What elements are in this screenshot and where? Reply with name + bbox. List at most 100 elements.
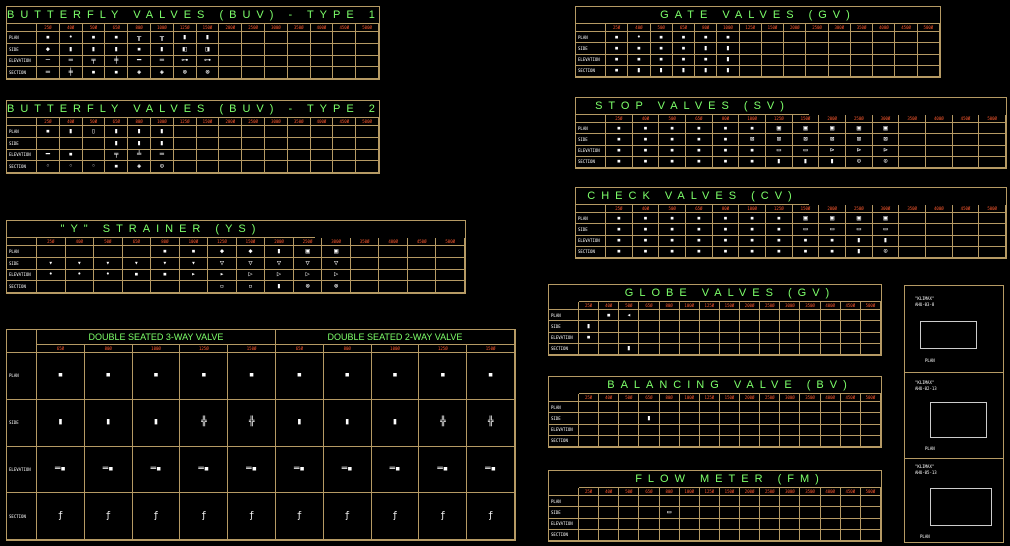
size-header: 300Ø bbox=[780, 488, 801, 496]
corner-cell bbox=[549, 488, 579, 496]
valve-symbol-icon: ▾ bbox=[179, 257, 209, 270]
size-header: 250Ø bbox=[845, 115, 873, 123]
size-header: 125Ø bbox=[208, 238, 237, 246]
corner-cell bbox=[576, 24, 606, 32]
size-header: 500Ø bbox=[356, 24, 379, 32]
row-label: PLAN bbox=[576, 32, 606, 44]
empty-cell bbox=[639, 402, 660, 414]
empty-cell bbox=[979, 224, 1006, 236]
ds-2way-title: DOUBLE SEATED 2-WAY VALVE bbox=[275, 330, 515, 345]
empty-cell bbox=[860, 507, 881, 519]
table-title: "Y" STRAINER (YS) bbox=[7, 221, 315, 238]
valve-symbol-icon: ▪ bbox=[739, 224, 766, 236]
empty-cell bbox=[579, 496, 600, 508]
row-label: PLAN bbox=[549, 402, 579, 414]
size-header: 65Ø bbox=[105, 118, 129, 126]
size-header: 125Ø bbox=[765, 115, 793, 123]
size-header: 400Ø bbox=[820, 488, 841, 496]
size-header: 80Ø bbox=[128, 24, 151, 32]
size-header: 150Ø bbox=[719, 488, 741, 496]
empty-cell bbox=[917, 43, 940, 55]
valve-symbol-icon: ▪ bbox=[606, 32, 629, 44]
valve-symbol-icon: ƒ bbox=[371, 493, 420, 540]
empty-cell bbox=[379, 257, 408, 270]
empty-cell bbox=[820, 507, 841, 519]
size-header: 25Ø bbox=[606, 205, 633, 213]
detail-plan-label: PLAN bbox=[925, 358, 935, 363]
detail-unit: AHU-05-13 bbox=[915, 470, 937, 475]
valve-symbol-icon: ⊗ bbox=[173, 67, 197, 79]
empty-cell bbox=[925, 156, 953, 168]
empty-cell bbox=[196, 149, 220, 162]
empty-cell bbox=[287, 126, 311, 138]
row-label: SIDE bbox=[576, 134, 606, 146]
empty-cell bbox=[219, 43, 243, 56]
empty-cell bbox=[740, 343, 761, 355]
valve-symbol-icon: ▮ bbox=[717, 43, 740, 55]
valve-symbol-icon: ▪ bbox=[599, 310, 620, 322]
size-header: 150Ø bbox=[196, 24, 220, 32]
empty-cell bbox=[65, 281, 95, 293]
empty-cell bbox=[840, 435, 861, 447]
empty-cell bbox=[979, 134, 1006, 146]
empty-cell bbox=[806, 54, 829, 66]
empty-cell bbox=[173, 126, 197, 138]
empty-cell bbox=[659, 435, 680, 447]
corner-cell bbox=[7, 24, 37, 32]
empty-cell bbox=[264, 32, 288, 44]
empty-cell bbox=[952, 156, 980, 168]
symbol-grid: 25Ø 40Ø 50Ø 65Ø 80Ø 100Ø 125Ø 150Ø 200Ø 250Ø 300Ø 3… bbox=[576, 115, 1006, 168]
size-header: 250Ø bbox=[806, 24, 829, 32]
empty-cell bbox=[37, 281, 66, 293]
empty-cell bbox=[899, 235, 926, 247]
empty-cell bbox=[760, 413, 781, 425]
empty-cell bbox=[760, 496, 781, 508]
valve-symbol-icon: ╬ bbox=[228, 399, 276, 447]
empty-cell bbox=[659, 332, 680, 344]
empty-cell bbox=[333, 32, 357, 44]
valve-symbol-icon: ▮ bbox=[128, 126, 151, 138]
empty-cell bbox=[619, 413, 640, 425]
size-header: 100Ø bbox=[679, 394, 700, 402]
size-header: 80Ø bbox=[695, 24, 718, 32]
empty-cell bbox=[219, 149, 243, 162]
ds-3way-title: DOUBLE SEATED 3-WAY VALVE bbox=[37, 330, 276, 345]
table-title: FLOW METER (FM) bbox=[579, 471, 881, 488]
empty-cell bbox=[860, 424, 881, 436]
valve-symbol-icon: ⊠ bbox=[765, 134, 793, 146]
valve-symbol-icon: ▮ bbox=[765, 156, 793, 168]
size-header: 65Ø bbox=[672, 24, 696, 32]
valve-symbol-icon: ƒ bbox=[323, 493, 372, 540]
size-header: 125Ø bbox=[173, 24, 197, 32]
row-label: PLAN bbox=[549, 310, 579, 322]
size-header: 350Ø bbox=[899, 205, 926, 213]
valve-symbol-icon: ▮ bbox=[105, 126, 129, 138]
valve-symbol-icon: ⊶ bbox=[196, 55, 220, 68]
table-title: BUTTERFLY VALVES (BUV) - TYPE 1 bbox=[7, 7, 379, 24]
empty-cell bbox=[780, 518, 801, 530]
empty-cell bbox=[310, 43, 334, 56]
empty-cell bbox=[820, 424, 841, 436]
size-header: 400Ø bbox=[820, 394, 841, 402]
valve-symbol-icon: ═▪ bbox=[228, 446, 276, 494]
empty-cell bbox=[179, 281, 209, 293]
valve-symbol-icon: ◈ bbox=[128, 67, 151, 79]
table-title: BALANCING VALVE (BV) bbox=[579, 377, 881, 394]
valve-symbol-icon: ▣ bbox=[845, 123, 873, 135]
empty-cell bbox=[333, 126, 357, 138]
empty-cell bbox=[619, 507, 640, 519]
valve-symbol-icon: ▪ bbox=[151, 246, 180, 258]
empty-cell bbox=[820, 343, 841, 355]
size-header: 300Ø bbox=[264, 24, 288, 32]
table-stop-valves: STOP VALVES (SV) 25Ø 40Ø 50Ø 65Ø 80Ø 100Ø 125Ø… bbox=[575, 97, 1007, 169]
empty-cell bbox=[800, 435, 821, 447]
valve-symbol-icon: ━ bbox=[128, 55, 151, 68]
size-header: 500Ø bbox=[860, 302, 881, 310]
size-header: 50Ø bbox=[619, 302, 640, 310]
size-header: 150Ø bbox=[467, 345, 515, 353]
size-header: 500Ø bbox=[860, 488, 881, 496]
valve-symbol-icon: ƒ bbox=[180, 493, 229, 540]
valve-symbol-icon: ═▪ bbox=[84, 446, 133, 494]
size-header: 150Ø bbox=[792, 205, 820, 213]
size-header: 350Ø bbox=[800, 488, 821, 496]
